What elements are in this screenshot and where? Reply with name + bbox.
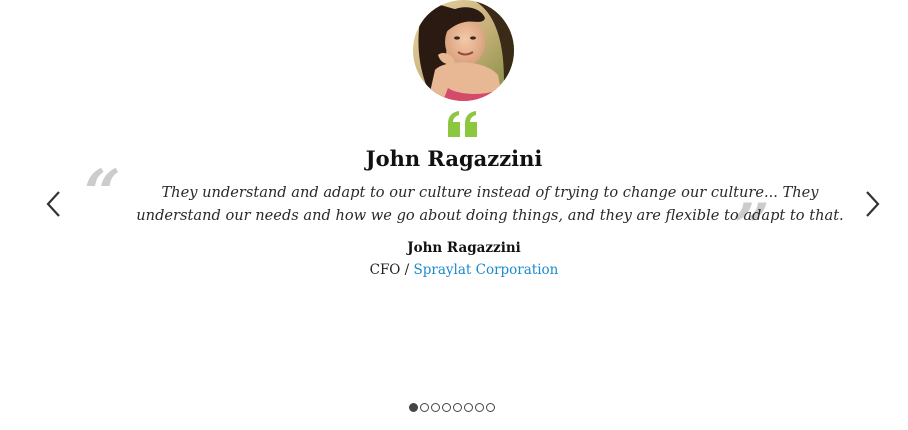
quote-icon [446, 110, 480, 138]
avatar-photo [413, 0, 514, 101]
pagination-dot[interactable] [486, 403, 495, 412]
pagination-dot[interactable] [431, 403, 440, 412]
author-name: John Ragazzini [407, 240, 521, 256]
pagination-dot[interactable] [420, 403, 429, 412]
author-role: CFO [369, 262, 401, 278]
pagination-dot[interactable] [464, 403, 473, 412]
testimonial-quote: They understand and adapt to our culture… [136, 184, 844, 224]
open-quote-icon: “ [84, 156, 121, 231]
pagination-dot[interactable] [453, 403, 462, 412]
author-role-line: CFO / Spraylat Corporation [0, 262, 908, 278]
pagination-dot[interactable] [442, 403, 451, 412]
pagination-dot[interactable] [409, 403, 418, 412]
avatar [413, 0, 514, 101]
chevron-right-icon [866, 191, 880, 217]
prev-button[interactable] [44, 190, 64, 218]
next-button[interactable] [862, 190, 882, 218]
company-link[interactable]: Spraylat Corporation [414, 262, 559, 278]
pagination-dot[interactable] [475, 403, 484, 412]
role-separator: / [400, 262, 414, 278]
chevron-left-icon [46, 191, 60, 217]
testimonial-heading: John Ragazzini [365, 146, 543, 171]
carousel-pagination [409, 403, 495, 412]
